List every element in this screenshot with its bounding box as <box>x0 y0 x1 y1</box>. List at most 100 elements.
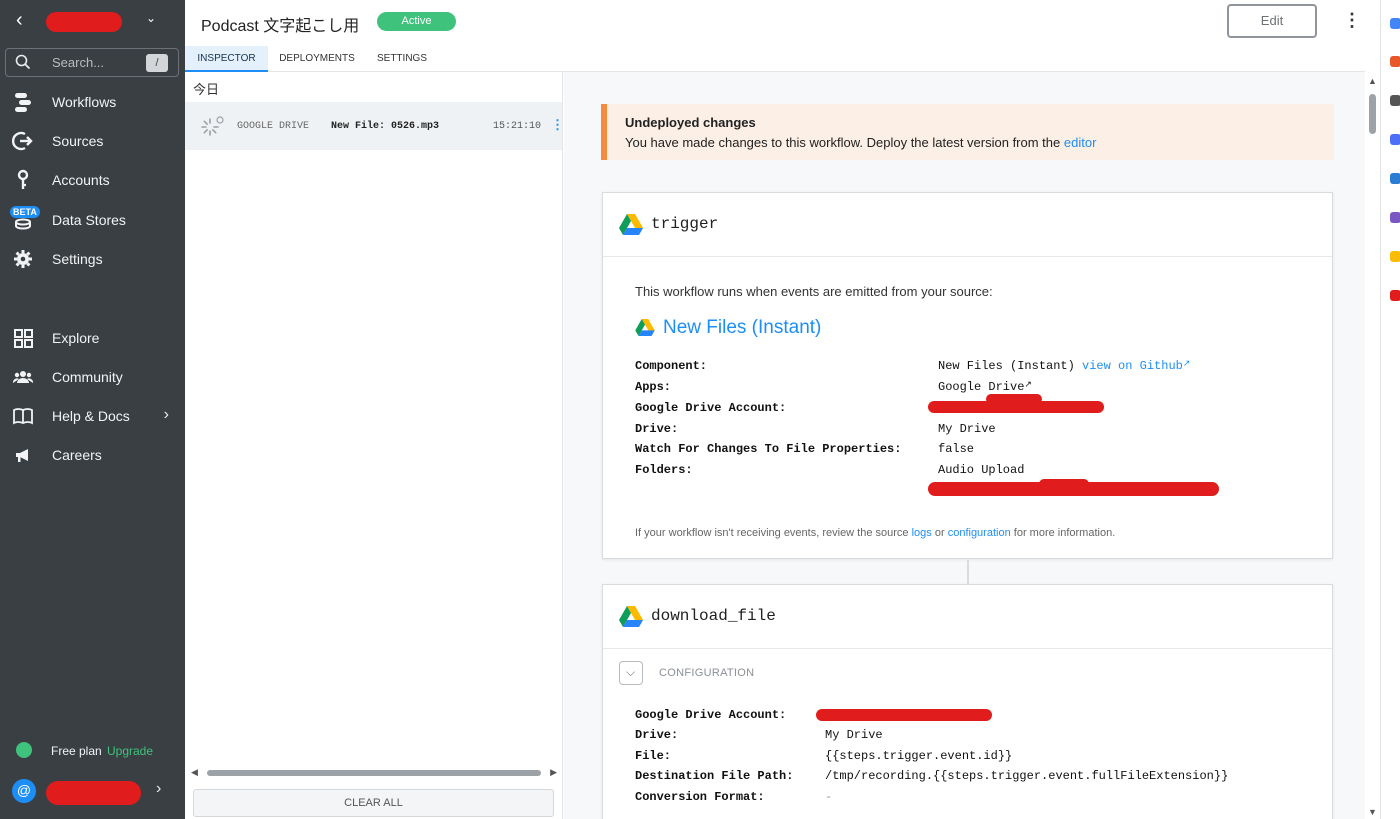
google-drive-link[interactable]: Google Drive↗ <box>938 380 1032 394</box>
status-badge: Active <box>377 12 456 31</box>
horizontal-scrollbar[interactable]: ◀ ▶ <box>189 766 559 780</box>
scroll-up-icon[interactable]: ▲ <box>1368 76 1377 86</box>
prop-value: {{steps.trigger.event.id}} <box>825 749 1013 763</box>
search-icon <box>15 54 31 70</box>
upgrade-link[interactable]: Upgrade <box>107 744 153 758</box>
editor-link[interactable]: editor <box>1064 135 1097 150</box>
scroll-thumb[interactable] <box>1369 94 1376 134</box>
redacted-username <box>46 781 141 805</box>
footer-text: If your workflow isn't receiving events,… <box>635 527 909 539</box>
gear-icon <box>14 250 32 268</box>
download-file-card: download_file ⌵ CONFIGURATION Google Dri… <box>602 584 1333 819</box>
redacted-account <box>986 394 1042 404</box>
card-header: trigger <box>603 193 1332 257</box>
extension-icon[interactable] <box>1390 134 1400 145</box>
clear-all-button[interactable]: CLEAR ALL <box>193 789 554 817</box>
chevron-right-icon: › <box>163 406 169 423</box>
prop-value: Audio Upload <box>938 463 1025 477</box>
scroll-thumb[interactable] <box>207 770 541 776</box>
component-value: New Files (Instant) <box>938 359 1075 373</box>
prop-value: My Drive <box>938 422 996 436</box>
notice-title: Undeployed changes <box>625 115 756 130</box>
nav-sources[interactable]: Sources <box>0 125 185 157</box>
source-title-link[interactable]: New Files (Instant) <box>663 317 821 339</box>
more-options-icon[interactable]: ⋮ <box>1343 10 1361 31</box>
chevron-right-icon[interactable]: › <box>156 780 161 798</box>
extension-icon[interactable] <box>1390 95 1400 106</box>
edit-button[interactable]: Edit <box>1227 4 1317 38</box>
plan-label: Free plan <box>51 744 102 758</box>
trigger-footer: If your workflow isn't receiving events,… <box>635 527 1115 539</box>
prop-key: Drive: <box>635 728 679 742</box>
scroll-right-icon[interactable]: ▶ <box>550 767 557 778</box>
prop-value: - <box>825 790 833 804</box>
google-drive-icon <box>635 319 655 336</box>
prop-key: Folders: <box>635 463 693 477</box>
trigger-intro: This workflow runs when events are emitt… <box>635 284 993 299</box>
footer-text: for more information. <box>1013 527 1116 539</box>
prop-key: Component: <box>635 359 708 373</box>
vertical-scrollbar[interactable]: ▲ ▼ <box>1365 72 1380 819</box>
extension-icon[interactable] <box>1390 290 1400 301</box>
nav-data-stores[interactable]: BETA Data Stores <box>0 204 185 236</box>
event-menu-icon[interactable]: ⋮ <box>551 117 564 133</box>
workflows-icon <box>15 93 31 112</box>
loading-spinner-icon <box>201 116 224 136</box>
scroll-left-icon[interactable]: ◀ <box>191 767 198 778</box>
prop-value: My Drive <box>825 728 883 742</box>
grid-icon <box>14 329 33 348</box>
arrow-up-circle-icon <box>16 742 32 758</box>
trigger-card: trigger This workflow runs when events a… <box>602 192 1333 559</box>
nav-careers[interactable]: Careers <box>0 439 185 471</box>
megaphone-icon <box>16 449 28 462</box>
extension-icon[interactable] <box>1390 173 1400 184</box>
extension-icon[interactable] <box>1390 212 1400 223</box>
search-shortcut-key: / <box>146 54 168 72</box>
nav-workflows[interactable]: Workflows <box>0 86 185 118</box>
prop-key: Apps: <box>635 380 672 394</box>
nav-community[interactable]: Community <box>0 361 185 393</box>
nav-label: Data Stores <box>52 212 126 228</box>
redacted-account <box>816 709 992 721</box>
nav-accounts[interactable]: Accounts <box>0 164 185 196</box>
tab-inspector[interactable]: INSPECTOR <box>185 46 268 72</box>
extension-icon[interactable] <box>1390 251 1400 262</box>
extension-icon[interactable] <box>1390 18 1400 29</box>
event-list-panel: 今日 GOOGLE DRIVE New File: 0526.mp3 15:21… <box>185 72 564 819</box>
redacted-workspace-name <box>46 12 122 32</box>
search-input[interactable] <box>52 55 142 70</box>
nav-explore[interactable]: Explore <box>0 322 185 354</box>
nav-label: Sources <box>52 133 104 149</box>
footer-text: or <box>934 527 945 539</box>
configuration-toggle[interactable]: ⌵ <box>619 661 643 685</box>
step-connector <box>967 560 969 584</box>
search-box[interactable]: / <box>5 48 179 77</box>
redacted-folder <box>1039 479 1089 489</box>
configuration-link[interactable]: configuration <box>948 527 1011 539</box>
step-name: trigger <box>651 215 719 233</box>
scroll-down-icon[interactable]: ▼ <box>1368 807 1377 817</box>
chevron-down-icon[interactable]: ⌄ <box>146 11 156 25</box>
event-time: 15:21:10 <box>493 121 542 132</box>
back-arrow-icon[interactable]: ‹ <box>16 9 23 32</box>
prop-key: Google Drive Account: <box>635 401 787 415</box>
external-link-icon: ↗ <box>1182 359 1191 369</box>
workspace-switcher[interactable]: ‹ ⌄ <box>0 0 185 40</box>
nav-help-docs[interactable]: Help & Docs › <box>0 400 185 432</box>
nav-settings[interactable]: Settings <box>0 243 185 275</box>
prop-value: false <box>938 442 975 456</box>
event-row[interactable]: GOOGLE DRIVE New File: 0526.mp3 15:21:10… <box>185 102 564 150</box>
nav-label: Settings <box>52 251 103 267</box>
extension-icon[interactable] <box>1390 56 1400 67</box>
github-link[interactable]: view on Github↗ <box>1082 359 1190 373</box>
browser-extension-bar <box>1380 0 1400 819</box>
tab-settings[interactable]: SETTINGS <box>371 46 433 72</box>
book-icon <box>13 408 33 425</box>
avatar[interactable]: @ <box>12 779 36 803</box>
tab-deployments[interactable]: DEPLOYMENTS <box>277 46 357 72</box>
sidebar: ‹ ⌄ / Workflows Sources <box>0 0 185 819</box>
prop-key: Google Drive Account: <box>635 708 787 722</box>
prop-key: Conversion Format: <box>635 790 765 804</box>
sources-icon <box>12 131 33 151</box>
logs-link[interactable]: logs <box>912 527 932 539</box>
